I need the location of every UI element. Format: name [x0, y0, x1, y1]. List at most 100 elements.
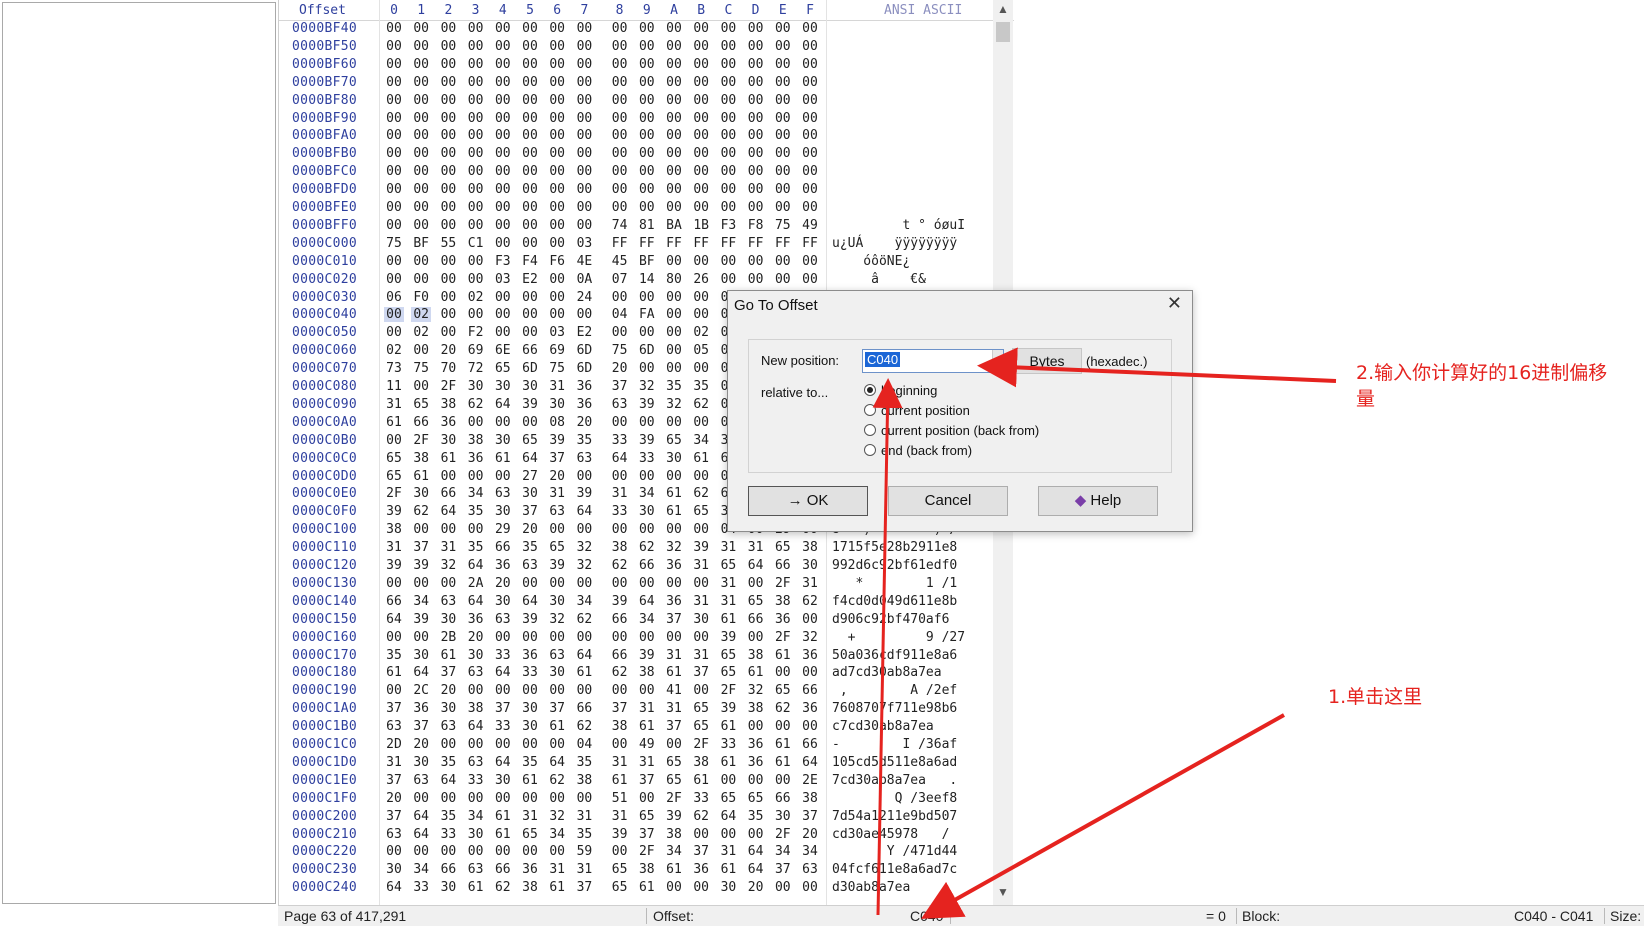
hex-byte[interactable]: 00	[610, 146, 630, 161]
hex-byte[interactable]: 61	[637, 880, 657, 895]
hex-row[interactable]: 0000BF40 00 00 00 00 00 00 00 00 00 00 00 00 00 00 00 00	[279, 21, 994, 39]
hex-byte[interactable]: 61	[411, 469, 431, 484]
hex-byte[interactable]: 00	[547, 39, 567, 54]
hex-byte[interactable]: 38	[384, 522, 404, 537]
hex-byte[interactable]: 00	[691, 469, 711, 484]
hex-byte[interactable]: 00	[384, 576, 404, 591]
ascii-text[interactable]: 105cd5d511e8a6ad	[832, 755, 957, 770]
hex-byte[interactable]: 05	[691, 343, 711, 358]
hex-row[interactable]: 0000C140 66 34 63 64 30 64 30 34 39 64 36 31 31 65 38 62…	[279, 594, 994, 612]
hex-byte[interactable]: 00	[718, 93, 738, 108]
hex-byte[interactable]: 00	[411, 522, 431, 537]
hex-byte[interactable]: 00	[520, 683, 540, 698]
hex-byte[interactable]: 00	[384, 182, 404, 197]
hex-byte[interactable]: 38	[800, 540, 820, 555]
hex-byte[interactable]: 00	[746, 200, 766, 215]
hex-byte[interactable]: 00	[691, 128, 711, 143]
hex-byte[interactable]: 30	[664, 451, 684, 466]
hex-byte[interactable]: 08	[547, 415, 567, 430]
hex-byte[interactable]: 26	[691, 272, 711, 287]
hex-byte[interactable]: 00	[411, 343, 431, 358]
hex-byte[interactable]: 30	[384, 862, 404, 877]
hex-byte[interactable]: 00	[466, 683, 486, 698]
hex-byte[interactable]: 33	[466, 773, 486, 788]
hex-byte[interactable]: 00	[800, 128, 820, 143]
hex-byte[interactable]: 00	[520, 307, 540, 322]
hex-byte[interactable]: 36	[520, 862, 540, 877]
hex-row[interactable]: 0000BFD0 00 00 00 00 00 00 00 00 00 00 00 00 00 00 00 00	[279, 182, 994, 200]
hex-byte[interactable]: 64	[384, 612, 404, 627]
hex-byte[interactable]: 00	[773, 21, 793, 36]
hex-byte[interactable]: 00	[547, 200, 567, 215]
hex-byte[interactable]: 00	[610, 325, 630, 340]
hex-byte[interactable]: 00	[411, 57, 431, 72]
hex-byte[interactable]: 34	[411, 862, 431, 877]
hex-byte[interactable]: 00	[574, 39, 594, 54]
hex-byte[interactable]: 00	[718, 146, 738, 161]
hex-byte[interactable]: 00	[800, 612, 820, 627]
hex-byte[interactable]: 00	[493, 683, 513, 698]
hex-byte[interactable]: 31	[384, 540, 404, 555]
hex-byte[interactable]: 00	[610, 415, 630, 430]
hex-byte[interactable]: 39	[411, 612, 431, 627]
hex-byte[interactable]: 66	[610, 612, 630, 627]
ascii-text[interactable]: 992d6c92bf61edf0	[832, 558, 957, 573]
hex-byte[interactable]: 00	[520, 128, 540, 143]
hex-byte[interactable]: 32	[438, 558, 458, 573]
hex-byte[interactable]: 34	[691, 433, 711, 448]
hex-byte[interactable]: 00	[664, 737, 684, 752]
hex-byte[interactable]: 33	[610, 433, 630, 448]
hex-byte[interactable]: 00	[493, 21, 513, 36]
hex-byte[interactable]: 00	[438, 111, 458, 126]
hex-byte[interactable]: FF	[637, 236, 657, 251]
hex-byte[interactable]: 37	[664, 612, 684, 627]
hex-byte[interactable]: F4	[520, 254, 540, 269]
ascii-text[interactable]: Q /3eef8	[832, 791, 958, 806]
hex-byte[interactable]: 35	[384, 648, 404, 663]
hex-byte[interactable]: 00	[610, 57, 630, 72]
hex-byte[interactable]: 02	[411, 325, 431, 340]
hex-byte[interactable]: 00	[547, 164, 567, 179]
hex-byte[interactable]: 63	[800, 862, 820, 877]
hex-row[interactable]: 0000BF50 00 00 00 00 00 00 00 00 00 00 00 00 00 00 00 00	[279, 39, 994, 57]
hex-byte[interactable]: 37	[520, 504, 540, 519]
hex-byte[interactable]: 37	[547, 451, 567, 466]
hex-byte[interactable]: 65	[718, 558, 738, 573]
hex-byte[interactable]: 00	[664, 254, 684, 269]
hex-byte[interactable]: 00	[773, 200, 793, 215]
hex-byte[interactable]: 00	[691, 182, 711, 197]
hex-byte[interactable]: 00	[718, 128, 738, 143]
hex-byte[interactable]: 00	[384, 128, 404, 143]
hex-row[interactable]: 0000C020 00 00 00 00 03 E2 00 0A 07 14 80 26 00 00 00 00…	[279, 272, 994, 290]
hex-byte[interactable]: 65	[773, 683, 793, 698]
hex-byte[interactable]: 62	[800, 594, 820, 609]
hex-byte[interactable]: 00	[493, 737, 513, 752]
hex-byte[interactable]: 31	[691, 648, 711, 663]
ascii-text[interactable]: t ° óøuI	[832, 218, 965, 233]
hex-byte[interactable]: 00	[411, 630, 431, 645]
hex-byte[interactable]: 00	[637, 200, 657, 215]
hex-byte[interactable]: 00	[610, 200, 630, 215]
hex-byte[interactable]: 06	[384, 290, 404, 305]
hex-byte[interactable]: 38	[691, 755, 711, 770]
hex-byte[interactable]: 63	[466, 755, 486, 770]
hex-byte[interactable]: 00	[438, 272, 458, 287]
ascii-text[interactable]: óôöNE¿	[832, 254, 910, 269]
hex-byte[interactable]: 38	[438, 397, 458, 412]
hex-byte[interactable]: 00	[384, 433, 404, 448]
hex-byte[interactable]: 61	[718, 719, 738, 734]
hex-byte[interactable]: 00	[637, 325, 657, 340]
hex-row[interactable]: 0000C150 64 39 30 36 63 39 32 62 66 34 37 30 61 66 36 00…	[279, 612, 994, 630]
hex-byte[interactable]: 33	[493, 719, 513, 734]
hex-byte[interactable]: 00	[493, 111, 513, 126]
hex-byte[interactable]: FF	[800, 236, 820, 251]
hex-byte[interactable]: 00	[746, 272, 766, 287]
hex-byte[interactable]: 38	[520, 880, 540, 895]
hex-byte[interactable]: 38	[574, 773, 594, 788]
hex-byte[interactable]: 34	[466, 809, 486, 824]
hex-byte[interactable]: 00	[746, 57, 766, 72]
hex-byte[interactable]: 32	[547, 809, 567, 824]
hex-byte[interactable]: 00	[384, 21, 404, 36]
hex-byte[interactable]: 00	[574, 576, 594, 591]
hex-byte[interactable]: 33	[520, 665, 540, 680]
